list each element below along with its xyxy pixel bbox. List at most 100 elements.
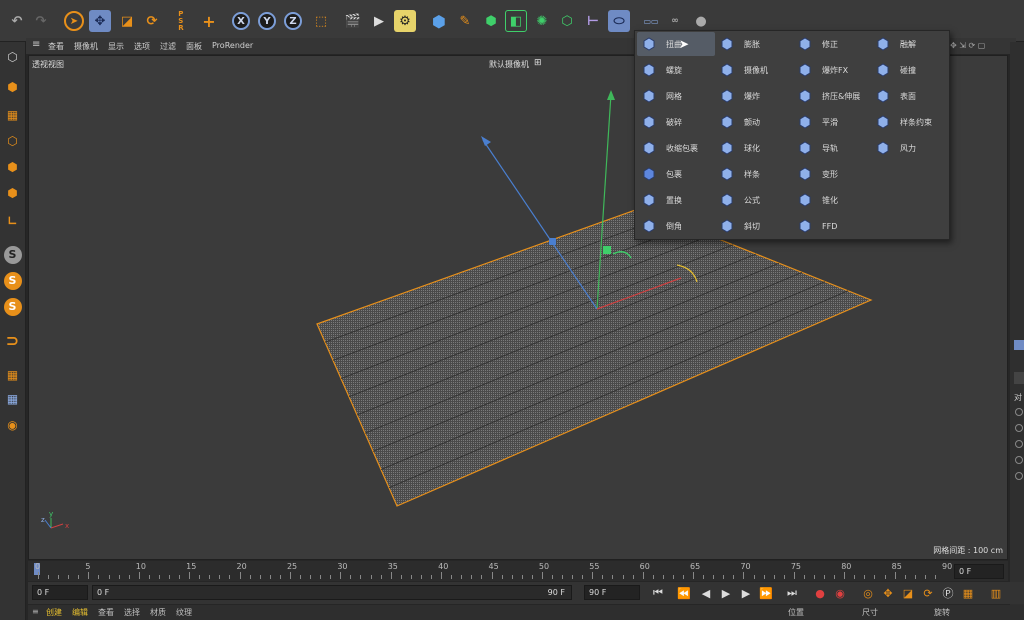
- texture-mode-icon[interactable]: ▦: [2, 104, 23, 125]
- deformer-item[interactable]: 球化: [715, 136, 793, 160]
- deformer-item[interactable]: 破碎: [637, 110, 715, 134]
- viewport-navigation-icon[interactable]: ✥ ⇲ ⟳ ▢: [950, 41, 985, 50]
- workplane-icon[interactable]: ⬡: [2, 130, 23, 151]
- menu-material[interactable]: 材质: [150, 607, 166, 618]
- make-editable-icon[interactable]: ⬡: [2, 46, 23, 67]
- axis-mode-icon[interactable]: ∟: [2, 210, 23, 231]
- keyframe-selection-icon[interactable]: ◎: [860, 585, 876, 601]
- position-key-icon[interactable]: ✥: [880, 585, 896, 601]
- scale-tool-icon[interactable]: ◪: [116, 10, 138, 32]
- deformer-item[interactable]: 包裹: [637, 162, 715, 186]
- cube-object-icon[interactable]: ⬢: [428, 10, 450, 32]
- menu-edit[interactable]: 编辑: [72, 607, 88, 618]
- plane-object[interactable]: [316, 207, 873, 507]
- cloner-icon[interactable]: ⬡: [556, 10, 578, 32]
- go-to-end-icon[interactable]: ⏭: [784, 585, 800, 601]
- render-picture-viewer-icon[interactable]: ▶: [368, 10, 390, 32]
- snap-icon[interactable]: S: [2, 244, 23, 265]
- menu-panel[interactable]: 面板: [186, 41, 202, 52]
- deformer-item[interactable]: FFD: [793, 214, 871, 238]
- deformer-item[interactable]: 斜切: [715, 214, 793, 238]
- deformer-item[interactable]: 爆炸FX: [793, 58, 871, 82]
- hamburger-icon[interactable]: ≡: [32, 607, 39, 616]
- menu-filter[interactable]: 过滤: [160, 41, 176, 52]
- generator-icon[interactable]: ◧: [505, 10, 527, 32]
- next-key-icon[interactable]: ⏩: [758, 585, 774, 601]
- parameter-key-icon[interactable]: Ⓟ: [940, 585, 956, 601]
- deformer-item[interactable]: 样条约束: [871, 110, 949, 134]
- deformer-item[interactable]: 公式: [715, 188, 793, 212]
- deformer-item[interactable]: 变形: [793, 162, 871, 186]
- psr-icon[interactable]: PSR: [170, 10, 192, 32]
- deformer-item[interactable]: 倒角: [637, 214, 715, 238]
- point-level-key-icon[interactable]: ▦: [960, 585, 976, 601]
- polygon-mode-icon[interactable]: ⬢: [2, 182, 23, 203]
- go-to-start-icon[interactable]: ⏮: [650, 585, 666, 601]
- deformer-item[interactable]: 膨胀: [715, 32, 793, 56]
- previous-frame-icon[interactable]: ◀: [698, 585, 714, 601]
- menu-view[interactable]: 查看: [48, 41, 64, 52]
- camera-icon[interactable]: ●: [690, 10, 712, 32]
- rotate-tool-icon[interactable]: ⟳: [141, 10, 163, 32]
- timeline-ruler[interactable]: 0 5 10 15 20 25 30 35 40 45 50 55 60 65 70 75 80 85 90 0 F: [28, 561, 1008, 581]
- deformer-item[interactable]: 摄像机: [715, 58, 793, 82]
- scene-icon[interactable]: ▭▭: [636, 10, 666, 32]
- y-axis-lock-button[interactable]: Y: [256, 10, 278, 32]
- quantize-icon[interactable]: S: [2, 296, 23, 317]
- workplane-grid-icon[interactable]: ▦: [2, 364, 23, 385]
- deformer-item[interactable]: 融解: [871, 32, 949, 56]
- z-axis-lock-button[interactable]: Z: [282, 10, 304, 32]
- deformer-item[interactable]: 风力: [871, 136, 949, 160]
- deformer-item[interactable]: 网格: [637, 84, 715, 108]
- scale-key-icon[interactable]: ◪: [900, 585, 916, 601]
- deformer-item[interactable]: 爆炸: [715, 84, 793, 108]
- radio-button[interactable]: [1015, 440, 1023, 448]
- panel-tab-icon[interactable]: [1014, 340, 1024, 350]
- menu-select[interactable]: 选择: [124, 607, 140, 618]
- radio-button[interactable]: [1015, 456, 1023, 464]
- play-icon[interactable]: ▶: [718, 585, 734, 601]
- x-axis-lock-button[interactable]: X: [230, 10, 252, 32]
- deformer-item[interactable]: 碰撞: [871, 58, 949, 82]
- recent-tools-icon[interactable]: +: [198, 10, 220, 32]
- hamburger-icon[interactable]: ≡: [32, 39, 40, 50]
- next-frame-icon[interactable]: ▶: [738, 585, 754, 601]
- radio-button[interactable]: [1015, 424, 1023, 432]
- deformer-item[interactable]: 收缩包裹: [637, 136, 715, 160]
- deformer-item[interactable]: 修正: [793, 32, 871, 56]
- pen-spline-icon[interactable]: ✎: [454, 10, 476, 32]
- radio-button[interactable]: [1015, 472, 1023, 480]
- magnet-icon[interactable]: ⊃: [2, 330, 23, 351]
- model-mode-icon[interactable]: ⬢: [2, 76, 23, 97]
- menu-texture[interactable]: 纹理: [176, 607, 192, 618]
- render-view-icon[interactable]: 🎬: [342, 10, 364, 32]
- render-settings-icon[interactable]: ⚙: [394, 10, 416, 32]
- panel-scroll[interactable]: [1014, 372, 1024, 384]
- menu-create[interactable]: 创建: [46, 607, 62, 618]
- previous-key-icon[interactable]: ⏪: [676, 585, 692, 601]
- menu-prorender[interactable]: ProRender: [212, 41, 253, 50]
- locked-workplane-icon[interactable]: ▦: [2, 388, 23, 409]
- end-frame-field[interactable]: 90 F: [584, 585, 640, 600]
- snap-settings-icon[interactable]: S: [2, 270, 23, 291]
- subdivision-surface-icon[interactable]: ⬢: [480, 10, 502, 32]
- menu-options[interactable]: 选项: [134, 41, 150, 52]
- mograph-icon[interactable]: ✺: [531, 10, 553, 32]
- record-icon[interactable]: ●: [812, 585, 828, 601]
- move-tool-icon[interactable]: ✥: [89, 10, 111, 32]
- autokey-icon[interactable]: ◉: [832, 585, 848, 601]
- undo-icon[interactable]: ↶: [6, 10, 28, 32]
- points-mode-icon[interactable]: ⬢: [2, 156, 23, 177]
- deformer-item[interactable]: 挤压&伸展: [793, 84, 871, 108]
- menu-camera[interactable]: 摄像机: [74, 41, 98, 52]
- coordinate-system-icon[interactable]: ⬚: [310, 10, 332, 32]
- deformer-item[interactable]: 锥化: [793, 188, 871, 212]
- deformer-item[interactable]: 颤动: [715, 110, 793, 134]
- timeline-window-icon[interactable]: ▥: [988, 585, 1004, 601]
- deformer-item[interactable]: 表面: [871, 84, 949, 108]
- solo-icon[interactable]: ◉: [2, 414, 23, 435]
- deformer-item[interactable]: 平滑: [793, 110, 871, 134]
- deformer-item[interactable]: 扭曲: [637, 32, 715, 56]
- field-icon[interactable]: ⊢: [582, 10, 604, 32]
- environment-icon[interactable]: ∞: [664, 10, 686, 32]
